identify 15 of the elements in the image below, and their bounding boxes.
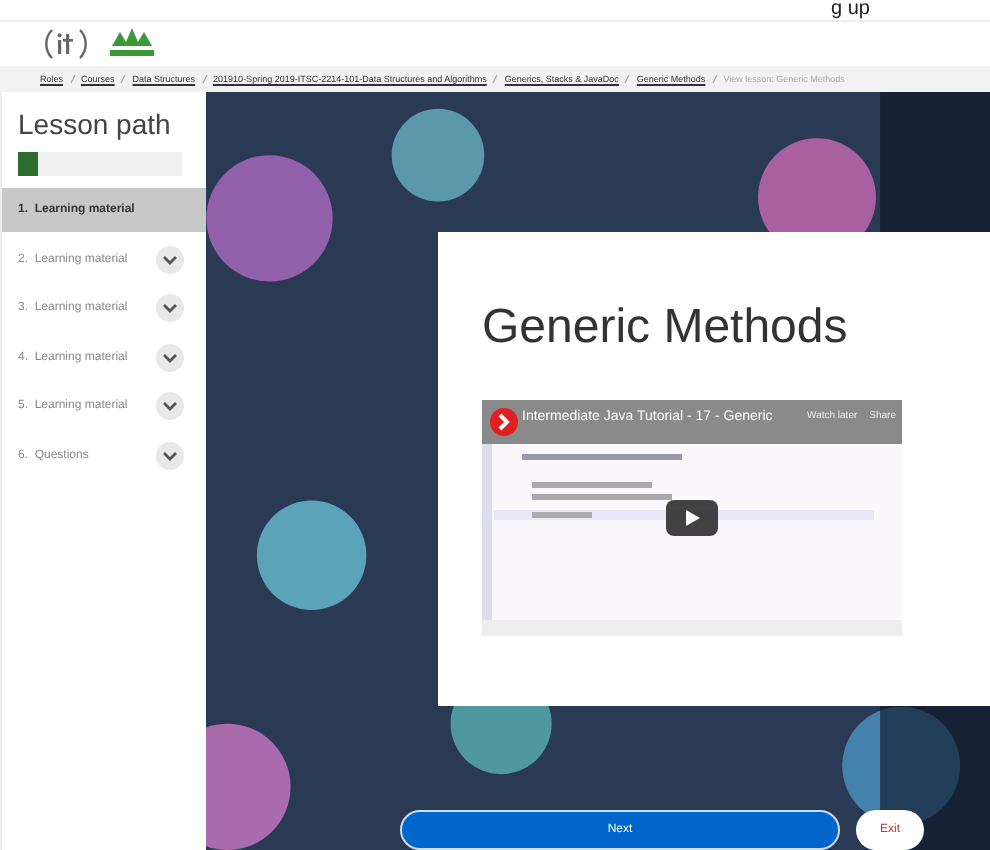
heading-fragment: g up	[831, 0, 870, 20]
separator-icon	[711, 74, 718, 84]
separator-icon	[492, 74, 499, 84]
separator-icon	[201, 74, 208, 84]
it-logo-icon	[40, 26, 92, 62]
chevron-down-icon[interactable]	[156, 392, 184, 421]
sidebar-title: Lesson path	[16, 108, 173, 144]
separator-icon	[120, 74, 127, 84]
chevron-down-icon[interactable]	[156, 441, 184, 470]
chevron-down-icon[interactable]	[156, 343, 184, 372]
crown-logo-icon	[104, 26, 160, 62]
separator-icon	[624, 74, 631, 84]
chevron-down-icon[interactable]	[156, 294, 184, 323]
separator-icon	[69, 74, 76, 84]
chevron-down-icon[interactable]	[156, 245, 184, 274]
